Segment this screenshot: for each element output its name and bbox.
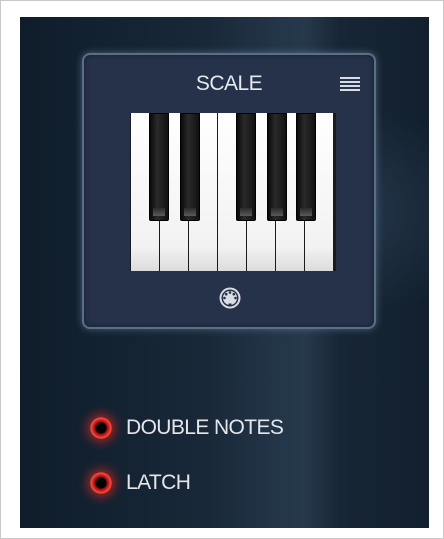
scale-selector: SCALE [82, 53, 376, 329]
plugin-panel: SCALE DOUBLE NOTES LATCH [20, 17, 429, 528]
hamburger-menu-icon[interactable] [340, 77, 360, 93]
double-notes-led-indicator[interactable] [90, 417, 112, 439]
double-notes-label: DOUBLE NOTES [126, 416, 284, 439]
latch-toggle[interactable]: LATCH [90, 463, 191, 503]
black-key-d-sharp[interactable] [180, 113, 200, 221]
black-key-a-sharp[interactable] [296, 113, 316, 221]
latch-label: LATCH [126, 471, 191, 494]
screenshot-frame: SCALE DOUBLE NOTES LATCH [0, 0, 444, 539]
latch-led-indicator[interactable] [90, 472, 112, 494]
double-notes-toggle[interactable]: DOUBLE NOTES [90, 408, 284, 448]
black-key-f-sharp[interactable] [236, 113, 256, 221]
piano-keyboard [130, 113, 336, 271]
black-key-c-sharp[interactable] [149, 113, 169, 221]
midi-connector-icon[interactable] [219, 287, 241, 309]
scale-title: SCALE [195, 72, 263, 95]
black-key-g-sharp[interactable] [267, 113, 287, 221]
